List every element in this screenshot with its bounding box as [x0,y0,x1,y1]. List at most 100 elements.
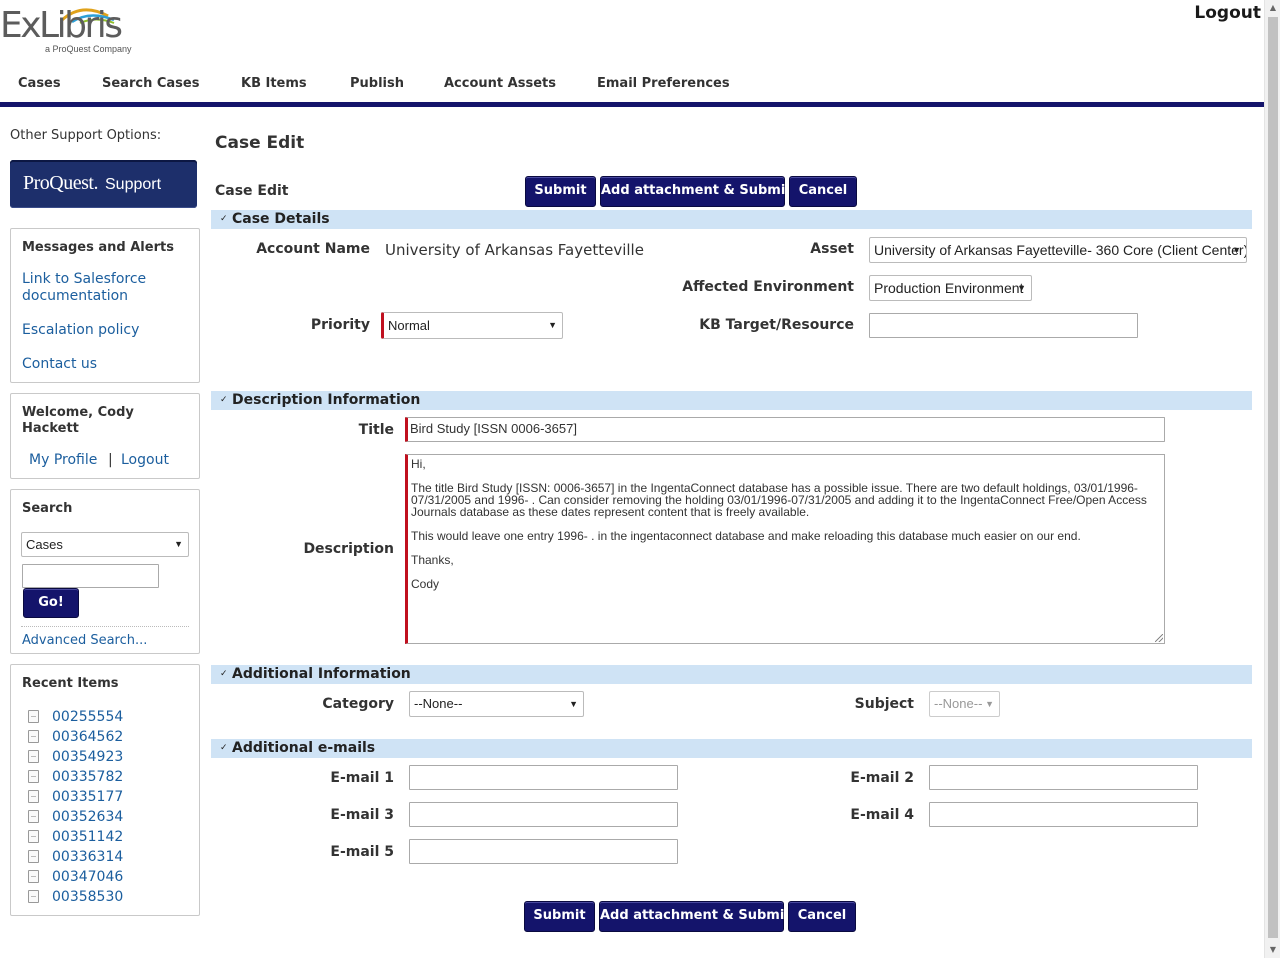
subject-label: Subject [854,696,914,712]
advanced-search-link[interactable]: Advanced Search... [22,632,147,649]
nav-account-assets[interactable]: Account Assets [444,76,556,91]
nav-divider [0,102,1264,107]
attach-submit-button-bottom[interactable]: Add attachment & Submit [599,901,791,932]
title-input[interactable]: Bird Study [ISSN 0006-3657] [405,417,1165,442]
form-title: Case Edit [215,183,289,199]
document-icon [28,890,39,903]
chevron-down-icon: ▼ [174,539,183,549]
header-logout-link[interactable]: Logout [1194,3,1261,23]
description-line: Cody [411,577,440,591]
recent-item-link[interactable]: 00358530 [52,889,123,905]
recent-item-link[interactable]: 00354923 [52,749,123,765]
document-icon [28,730,39,743]
search-input[interactable] [22,564,159,588]
title-input-value: Bird Study [ISSN 0006-3657] [410,421,577,436]
priority-label: Priority [310,317,370,333]
nav-search-cases[interactable]: Search Cases [102,76,199,91]
document-icon [28,810,39,823]
priority-select-value: Normal [388,318,430,333]
recent-item-link[interactable]: 00347046 [52,869,123,885]
chevron-down-icon: ▼ [1232,245,1241,255]
proquest-support-button[interactable]: ProQuest. Support [10,160,197,208]
category-select[interactable]: --None-- ▼ [409,691,584,717]
recent-item-link[interactable]: 00335782 [52,769,123,785]
priority-select[interactable]: Normal ▼ [381,312,563,339]
section-case-details[interactable]: ✓ Case Details [211,210,1252,229]
description-label: Description [303,541,394,557]
exlibris-logo[interactable]: ExLibris a ProQuest Company [0,4,132,56]
recent-item-link[interactable]: 00255554 [52,709,123,725]
recent-item-link[interactable]: 00351142 [52,829,123,845]
account-name-value: University of Arkansas Fayetteville [385,241,644,259]
chevron-down-icon: ▼ [569,699,578,709]
email-2-input[interactable] [929,765,1198,790]
search-go-button[interactable]: Go! [23,588,79,618]
recent-item-link[interactable]: 00336314 [52,849,123,865]
page-scrollbar[interactable]: ▲ ▼ [1264,0,1280,958]
nav-kb-items[interactable]: KB Items [241,76,307,91]
welcome-box: Welcome, Cody Hackett My Profile | Logou… [10,393,200,479]
cancel-button-bottom[interactable]: Cancel [788,901,856,932]
email-2-label: E-mail 2 [850,770,914,786]
recent-item-link[interactable]: 00364562 [52,729,123,745]
email-5-input[interactable] [409,839,678,864]
nav-cases[interactable]: Cases [18,76,61,91]
account-name-label: Account Name [256,241,370,257]
chevron-down-icon: ▼ [1017,283,1026,293]
description-line: Hi, [411,457,426,471]
resize-grip-icon[interactable] [1155,634,1163,642]
attach-submit-button-top[interactable]: Add attachment & Submit [600,176,792,207]
email-4-input[interactable] [929,802,1198,827]
section-additional-emails[interactable]: ✓ Additional e-mails [211,739,1252,758]
search-scope-select[interactable]: Cases ▼ [21,532,189,557]
scroll-up-icon[interactable]: ▲ [1265,0,1280,16]
email-1-input[interactable] [409,765,678,790]
contact-us-link[interactable]: Contact us [22,356,97,373]
salesforce-docs-link[interactable]: Link to Salesforce documentation [22,271,182,305]
search-scope-value: Cases [26,537,63,552]
search-box: Search Cases ▼ Go! Advanced Search... [10,489,200,654]
environment-select[interactable]: Production Environment ▼ [869,275,1032,301]
email-4-label: E-mail 4 [850,807,914,823]
search-divider [21,626,189,627]
document-icon [28,790,39,803]
asset-select-value: University of Arkansas Fayetteville- 360… [874,242,1247,258]
collapse-arrow-icon[interactable]: ✓ [220,391,228,410]
recent-item-link[interactable]: 00335177 [52,789,123,805]
page-title: Case Edit [215,133,305,153]
cancel-button-top[interactable]: Cancel [789,176,857,207]
page-header: ExLibris a ProQuest Company Logout Cases… [0,0,1264,107]
proquest-support-main: ProQuest. [23,172,98,194]
scrollbar-thumb[interactable] [1268,17,1278,938]
section-additional-info[interactable]: ✓ Additional Information [211,665,1252,684]
escalation-policy-link[interactable]: Escalation policy [22,322,139,339]
nav-publish[interactable]: Publish [350,76,404,91]
description-line: This would leave one entry 1996- . in th… [411,529,1081,543]
email-3-label: E-mail 3 [330,807,394,823]
description-line: Thanks, [411,553,454,567]
section-case-details-title: Case Details [232,211,330,227]
document-icon [28,770,39,783]
section-description-info[interactable]: ✓ Description Information [211,391,1252,410]
email-3-input[interactable] [409,802,678,827]
other-support-label: Other Support Options: [10,128,162,143]
section-additional-emails-title: Additional e-mails [232,740,376,756]
email-1-label: E-mail 1 [330,770,394,786]
kb-target-input[interactable] [869,313,1138,338]
submit-button-bottom[interactable]: Submit [524,901,595,932]
recent-items-box: Recent Items 00255554 00364562 00354923 … [10,664,200,916]
collapse-arrow-icon[interactable]: ✓ [220,739,228,758]
my-profile-link[interactable]: My Profile [29,452,97,469]
recent-item-link[interactable]: 00352634 [52,809,123,825]
description-line: The title Bird Study [ISSN: 0006-3657] i… [411,481,1147,519]
nav-email-preferences[interactable]: Email Preferences [597,76,730,91]
asset-select[interactable]: University of Arkansas Fayetteville- 360… [869,237,1247,263]
scroll-down-icon[interactable]: ▼ [1265,942,1280,958]
collapse-arrow-icon[interactable]: ✓ [220,665,228,684]
proquest-support-sub: Support [105,176,162,193]
sidebar-logout-link[interactable]: Logout [121,452,169,469]
description-textarea[interactable]: Hi, The title Bird Study [ISSN: 0006-365… [405,454,1165,644]
submit-button-top[interactable]: Submit [525,176,596,207]
collapse-arrow-icon[interactable]: ✓ [220,210,228,229]
affected-environment-label: Affected Environment [682,279,854,295]
